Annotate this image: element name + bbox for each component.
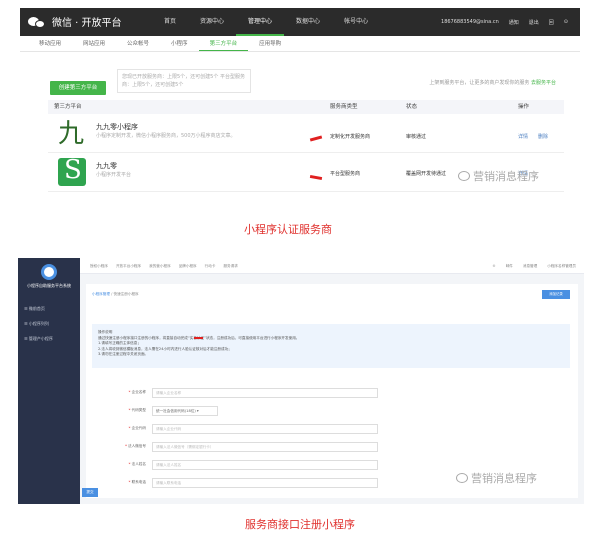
row-name: 九九零 — [96, 162, 117, 170]
caption-bottom: 服务商接口注册小程序 — [245, 518, 355, 531]
form-input[interactable]: 请输入企业名称 — [152, 388, 378, 398]
wechat-watermark-icon — [456, 473, 468, 483]
sidebar-item-home[interactable]: ☰ 微前首页 — [24, 306, 45, 312]
register-panel: 小程序管理 / 快速注册小程序 添加记录 操作说明 通过快速注册小程序接口注册的… — [86, 284, 578, 498]
logout-link[interactable]: 退出 — [529, 19, 539, 26]
admin-top-right: ⊙ 邮件 消息管理 小程序名称管理员 — [493, 258, 576, 274]
topnav-item[interactable]: 管理中心 — [236, 8, 285, 36]
topnav-item[interactable]: 帐号中心 — [332, 8, 380, 36]
wechat-icon — [28, 15, 46, 29]
form-label: * 代码类型 — [128, 408, 146, 412]
form-input[interactable]: 请输入法人微信号（需绑定银行卡） — [152, 442, 378, 452]
topnav-item[interactable]: 数据中心 — [284, 8, 332, 36]
watermark-text: 营销消息程序 — [473, 170, 539, 183]
red-arrow-mark — [309, 174, 323, 181]
delete-link[interactable]: 删除 — [538, 134, 548, 141]
row-status: 覆盖网开发待通过 — [406, 171, 447, 177]
admin-tab[interactable]: 服务请求 — [223, 258, 237, 274]
admin-sidebar: 小程序自助服务平台系统 ☰ 微前首页 ☰ 小程序列列 ☰ 管理产小程序 — [18, 258, 80, 504]
admin-tab[interactable]: 品牌小程序 — [179, 258, 197, 274]
form-input[interactable]: 请输入企业代码 — [152, 424, 378, 434]
crumb-current: 快速注册小程序 — [113, 292, 139, 296]
form-input[interactable]: 请输入联系电话 — [152, 478, 378, 488]
help-icon[interactable]: ⊙ — [564, 19, 568, 25]
brand-logo[interactable]: 微信 · 开放平台 — [28, 14, 122, 29]
sidebar-item-manage[interactable]: ☰ 管理产小程序 — [24, 336, 53, 342]
form-label: * 企业代码 — [128, 426, 146, 430]
app-logo — [58, 155, 86, 186]
form-label: * 企业名称 — [128, 390, 146, 394]
row-status: 审核通过 — [406, 134, 427, 140]
breadcrumb: 小程序管理 / 快速注册小程序 — [92, 292, 139, 297]
subnav-item[interactable]: 网站应用 — [72, 36, 116, 51]
note-text: 上架到服务平台，让更多的商户发现你的服务 — [429, 80, 530, 86]
create-third-party-button[interactable]: 创建第三方平台 — [50, 81, 106, 95]
avatar — [41, 264, 57, 280]
message-link[interactable]: 消息管理 — [523, 258, 537, 274]
sub-nav: 移动应用 网站应用 公众帐号 小程序 第三方平台 应用导购 — [20, 36, 580, 52]
crumb-parent[interactable]: 小程序管理 — [92, 292, 110, 296]
row-type: 平台型服务商 — [330, 171, 361, 177]
table-header: 第三方平台 服务商类型 状态 操作 — [48, 100, 564, 114]
sidebar-item-list[interactable]: ☰ 小程序列列 — [24, 321, 49, 327]
form-input[interactable]: 请输入法人姓名 — [152, 460, 378, 470]
red-arrow-mark — [309, 135, 323, 142]
add-record-button[interactable]: 添加记录 — [542, 290, 570, 299]
info-icon[interactable]: ⊙ — [493, 258, 496, 274]
service-platform-link[interactable]: 去服务平台 — [531, 80, 556, 86]
row-desc: 小程序开发平台 — [96, 172, 132, 178]
caption-top: 小程序认证服务商 — [244, 223, 332, 236]
admin-tab[interactable]: 开放平台小程序 — [116, 258, 141, 274]
subnav-item[interactable]: 第三方平台 — [198, 36, 249, 51]
col-ops: 操作 — [518, 104, 530, 110]
form-label: * 联系电话 — [128, 480, 146, 484]
app-logo: 九 — [58, 119, 85, 149]
admin-topbar: 授权小程序 开放平台小程序 我的营小程序 品牌小程序 行动卡 服务请求 ⊙ 邮件 消息管理… — [80, 258, 584, 274]
sidebar-title: 小程序自助服务平台系统 — [27, 283, 71, 288]
watermark-text: 营销消息程序 — [471, 472, 537, 485]
info-box: 操作说明 通过快速注册小程序接口注册的小程序，将直接自动完成“实名认证”状态，注… — [92, 324, 570, 368]
detail-link[interactable]: 详情 — [518, 134, 528, 141]
main-nav: 首页 资源中心 管理中心 数据中心 帐号中心 — [152, 8, 380, 36]
table-row: 九 九九零小程序 小程序定制开发，微信小程序服务商，500万小程序商店文章。 定… — [48, 115, 564, 153]
admin-screenshot: 小程序自助服务平台系统 ☰ 微前首页 ☰ 小程序列列 ☰ 管理产小程序 授权小程… — [18, 258, 584, 504]
top-navbar: 微信 · 开放平台 首页 资源中心 管理中心 数据中心 帐号中心 18676883549… — [20, 8, 580, 36]
top-right-tools: 18676883549@sina.cn 通知 退出 回 ⊙ — [441, 8, 568, 36]
col-type: 服务商类型 — [330, 104, 358, 110]
notice-link[interactable]: 通知 — [509, 19, 519, 26]
watermark: 营销消息程序 — [458, 168, 539, 184]
row-desc: 小程序定制开发，微信小程序服务商，500万小程序商店文章。 — [96, 133, 236, 139]
service-platform-note: 上架到服务平台，让更多的商户发现你的服务 去服务平台 — [429, 79, 556, 86]
admin-tab[interactable]: 我的营小程序 — [149, 258, 171, 274]
account-email[interactable]: 18676883549@sina.cn — [441, 19, 499, 25]
quota-info: 您现已开放服务商：上限5个，还可创建5个 平台型服务商：上限5个，还可创建5个 — [117, 69, 251, 93]
brand-title: 微信 · 开放平台 — [52, 18, 122, 29]
subnav-item[interactable]: 公众帐号 — [116, 36, 160, 51]
row-name: 九九零小程序 — [96, 123, 138, 131]
info-line: 3.请勿在注册过程中关闭页面。 — [98, 352, 149, 357]
submit-button[interactable]: 提交 — [82, 488, 98, 497]
admin-tab[interactable]: 行动卡 — [205, 258, 216, 274]
mail-link[interactable]: 邮件 — [506, 258, 513, 274]
watermark: 营销消息程序 — [456, 470, 537, 486]
form-label: * 法人微信号 — [125, 444, 146, 448]
wechat-watermark-icon — [458, 171, 470, 181]
col-status: 状态 — [406, 104, 418, 110]
row-type: 定制化开发服务商 — [330, 134, 371, 140]
topnav-item[interactable]: 首页 — [152, 8, 188, 36]
user-menu[interactable]: 小程序名称管理员 — [547, 258, 576, 274]
crumb-sep: / — [111, 292, 113, 296]
admin-tab[interactable]: 授权小程序 — [90, 258, 108, 274]
form-label: * 法人姓名 — [128, 462, 146, 466]
subnav-item[interactable]: 应用导购 — [248, 36, 292, 51]
subnav-item[interactable]: 移动应用 — [28, 36, 72, 51]
open-platform-screenshot: 微信 · 开放平台 首页 资源中心 管理中心 数据中心 帐号中心 18676883549… — [20, 8, 580, 200]
back-link[interactable]: 回 — [549, 19, 554, 26]
subnav-item[interactable]: 小程序 — [160, 36, 199, 51]
red-arrow-mark — [194, 337, 203, 339]
form-select[interactable]: 统一社会信用代码(18位) ▾ — [152, 406, 218, 416]
topnav-item[interactable]: 资源中心 — [188, 8, 236, 36]
col-name: 第三方平台 — [54, 104, 82, 110]
admin-tabs: 授权小程序 开放平台小程序 我的营小程序 品牌小程序 行动卡 服务请求 — [90, 258, 238, 274]
